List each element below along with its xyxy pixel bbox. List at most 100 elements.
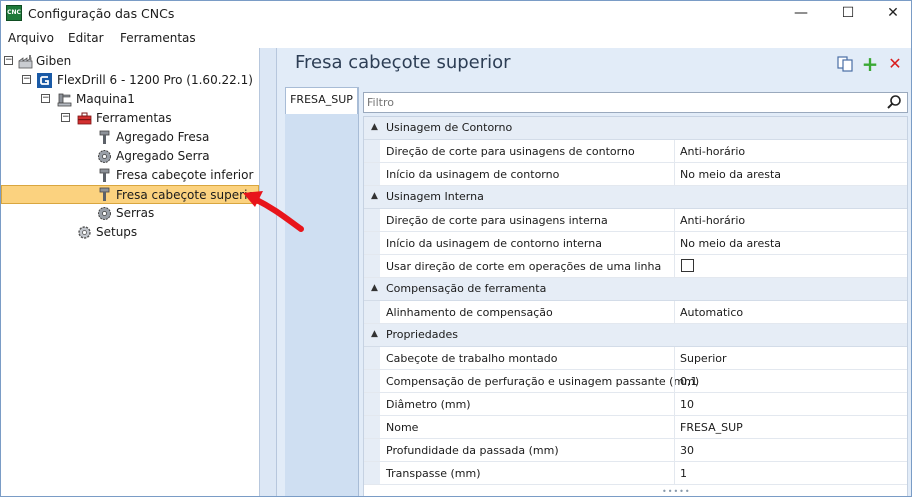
row-gutter — [364, 370, 380, 392]
app-icon: CNC — [6, 5, 22, 21]
column-divider[interactable] — [674, 163, 675, 185]
row-gutter — [364, 439, 380, 461]
property-row[interactable]: Profundidade da passada (mm) 30 — [364, 439, 907, 462]
column-divider[interactable] — [674, 209, 675, 231]
resize-grip[interactable]: ••••• — [662, 487, 691, 496]
property-row[interactable]: Início da usinagem de contorno interna No… — [364, 232, 907, 255]
tree-label-agregado-serra: Agregado Serra — [116, 149, 210, 163]
property-value[interactable]: 30 — [680, 444, 694, 457]
property-name: Profundidade da passada (mm) — [386, 444, 559, 457]
category-row[interactable]: ▲ Usinagem de Contorno — [364, 117, 907, 140]
tree-label-agregado-fresa: Agregado Fresa — [116, 130, 210, 144]
tree-node-ferramentas[interactable]: − Ferramentas — [1, 109, 251, 128]
tree-node-agregado-serra[interactable]: Agregado Serra — [1, 147, 251, 166]
column-divider[interactable] — [674, 232, 675, 254]
row-gutter — [364, 163, 380, 185]
property-name: Direção de corte para usinagens de conto… — [386, 145, 635, 158]
property-value[interactable]: No meio da aresta — [680, 168, 781, 181]
property-value[interactable]: 10 — [680, 398, 694, 411]
title-bar: CNC Configuração das CNCs — ☐ ✕ — [1, 1, 911, 27]
tree-node-setups[interactable]: Setups — [1, 223, 251, 242]
tree-label-fresa-inferior: Fresa cabeçote inferior — [116, 168, 254, 182]
row-gutter — [364, 462, 380, 484]
property-row[interactable]: Diâmetro (mm) 10 — [364, 393, 907, 416]
add-icon[interactable]: + — [861, 54, 879, 74]
property-row[interactable]: Início da usinagem de contorno No meio da… — [364, 163, 907, 186]
column-divider[interactable] — [674, 439, 675, 461]
tree-node-giben[interactable]: − Giben — [1, 52, 251, 71]
column-divider[interactable] — [674, 393, 675, 415]
property-value[interactable]: FRESA_SUP — [680, 421, 743, 434]
property-value[interactable]: Anti-horário — [680, 145, 745, 158]
property-name: Cabeçote de trabalho montado — [386, 352, 558, 365]
property-row[interactable]: Alinhamento de compensação Automatico — [364, 301, 907, 324]
category-label: Usinagem Interna — [386, 190, 484, 203]
property-row[interactable]: Nome FRESA_SUP — [364, 416, 907, 439]
row-gutter — [364, 393, 380, 415]
category-row[interactable]: ▲ Usinagem Interna — [364, 186, 907, 209]
collapse-caret-icon[interactable]: ▲ — [371, 283, 378, 293]
row-gutter — [364, 347, 380, 369]
collapse-caret-icon[interactable]: ▲ — [371, 122, 378, 132]
column-divider[interactable] — [674, 462, 675, 484]
tree-node-serras[interactable]: Serras — [1, 204, 251, 223]
column-divider[interactable] — [674, 370, 675, 392]
menu-ferramentas[interactable]: Ferramentas — [120, 31, 196, 45]
property-row[interactable]: Transpasse (mm) 1 — [364, 462, 907, 485]
collapse-caret-icon[interactable]: ▲ — [371, 329, 378, 339]
category-row[interactable]: ▲ Propriedades — [364, 324, 907, 347]
property-row[interactable]: Direção de corte para usinagens interna A… — [364, 209, 907, 232]
property-value[interactable]: Automatico — [680, 306, 743, 319]
close-button[interactable]: ✕ — [870, 1, 911, 25]
column-divider[interactable] — [674, 347, 675, 369]
minimize-button[interactable]: — — [778, 1, 824, 25]
delete-icon[interactable]: ✕ — [886, 55, 904, 73]
tree-node-fresa-inferior[interactable]: Fresa cabeçote inferior — [1, 166, 254, 185]
column-divider[interactable] — [674, 301, 675, 323]
property-value[interactable]: 0,1 — [680, 375, 698, 388]
column-divider[interactable] — [674, 416, 675, 438]
row-gutter — [364, 232, 380, 254]
property-checkbox[interactable] — [681, 259, 694, 272]
maximize-button[interactable]: ☐ — [825, 1, 871, 25]
property-value[interactable]: No meio da aresta — [680, 237, 781, 250]
property-value[interactable]: 1 — [680, 467, 687, 480]
property-name: Diâmetro (mm) — [386, 398, 471, 411]
machine-icon — [57, 93, 72, 107]
tree-node-machine-profile[interactable]: − FlexDrill 6 - 1200 Pro (1.60.22.1) — [1, 71, 253, 90]
property-row[interactable]: Usar direção de corte em operações de um… — [364, 255, 907, 278]
category-row[interactable]: ▲ Compensação de ferramenta — [364, 278, 907, 301]
menu-editar[interactable]: Editar — [68, 31, 104, 45]
tree-node-agregado-fresa[interactable]: Agregado Fresa — [1, 128, 251, 147]
tree-node-maquina1[interactable]: − Maquina1 — [1, 90, 251, 109]
panel-title: Fresa cabeçote superior — [295, 52, 511, 73]
tree-label-serras: Serras — [116, 206, 155, 220]
filter-input[interactable] — [367, 94, 877, 111]
tree-label-ferramentas: Ferramentas — [96, 111, 172, 125]
collapse-icon[interactable]: − — [4, 56, 13, 65]
property-name: Nome — [386, 421, 419, 434]
column-divider[interactable] — [674, 140, 675, 162]
config-tree: − Giben − FlexDrill 6 - 1200 Pro (1.60.2… — [1, 48, 260, 496]
tree-label-machine-profile: FlexDrill 6 - 1200 Pro (1.60.22.1) — [57, 73, 253, 87]
gear-icon — [78, 226, 91, 239]
tree-node-fresa-superior[interactable]: Fresa cabeçote superior — [1, 185, 260, 204]
search-icon[interactable] — [886, 94, 903, 111]
property-row[interactable]: Compensação de perfuração e usinagem pas… — [364, 370, 907, 393]
row-gutter — [364, 209, 380, 231]
collapse-caret-icon[interactable]: ▲ — [371, 191, 378, 201]
saw-blade-icon — [98, 207, 111, 220]
collapse-icon[interactable]: − — [22, 75, 31, 84]
column-divider[interactable] — [674, 255, 675, 277]
copy-icon[interactable] — [836, 55, 854, 73]
menu-arquivo[interactable]: Arquivo — [8, 31, 54, 45]
row-gutter — [364, 301, 380, 323]
property-value[interactable]: Anti-horário — [680, 214, 745, 227]
collapse-icon[interactable]: − — [41, 94, 50, 103]
property-row[interactable]: Cabeçote de trabalho montado Superior — [364, 347, 907, 370]
collapse-icon[interactable]: − — [61, 113, 70, 122]
tab-fresa-sup[interactable]: FRESA_SUP — [285, 87, 358, 114]
property-row[interactable]: Direção de corte para usinagens de conto… — [364, 140, 907, 163]
property-value[interactable]: Superior — [680, 352, 727, 365]
panel-splitter[interactable] — [259, 48, 277, 496]
